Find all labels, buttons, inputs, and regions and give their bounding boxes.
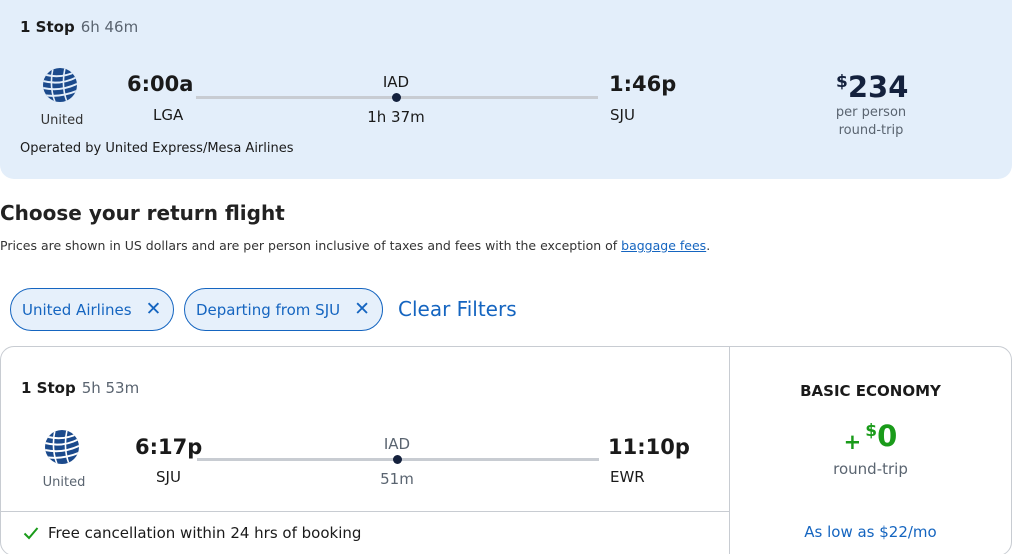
- outbound-layover-dot: [392, 93, 401, 102]
- return-layover-code: IAD: [383, 435, 411, 453]
- price-disclaimer: Prices are shown in US dollars and are p…: [0, 238, 710, 253]
- outbound-depart-code: LGA: [153, 106, 184, 124]
- return-layover-duration: 51m: [380, 470, 414, 488]
- return-stops-line: 1 Stop 5h 53m: [21, 379, 139, 397]
- outbound-depart-time: 6:00a: [127, 72, 194, 96]
- fare-currency: $: [865, 421, 878, 441]
- card-divider: [1, 511, 729, 512]
- baggage-fees-link[interactable]: baggage fees: [621, 238, 706, 253]
- filter-chip-departure[interactable]: Departing from SJU ✕: [184, 288, 384, 331]
- price-disclaimer-end: .: [706, 238, 711, 253]
- outbound-arrive-code: SJU: [610, 106, 635, 124]
- outbound-price: $234: [836, 70, 908, 104]
- return-arrive-time: 11:10p: [608, 435, 690, 459]
- return-duration: 5h 53m: [81, 379, 140, 397]
- page-title: Choose your return flight: [0, 201, 285, 225]
- united-logo-icon: [45, 430, 79, 464]
- outbound-price-subtext: per person round-trip: [821, 104, 921, 140]
- outbound-operated-by: Operated by United Express/Mesa Airlines: [20, 141, 294, 156]
- outbound-stops: 1 Stop: [20, 18, 75, 36]
- fare-amount: 0: [877, 419, 898, 453]
- outbound-layover-duration: 1h 37m: [367, 108, 425, 126]
- free-cancellation-text: Free cancellation within 24 hrs of booki…: [48, 524, 362, 542]
- filter-chip-departure-label: Departing from SJU: [196, 300, 341, 319]
- outbound-arrive-time: 1:46p: [609, 72, 677, 96]
- outbound-airline-name: United: [40, 113, 84, 128]
- close-icon[interactable]: ✕: [354, 300, 370, 319]
- free-cancellation-note: Free cancellation within 24 hrs of booki…: [23, 524, 361, 542]
- fare-plus-sign: +: [843, 429, 862, 454]
- outbound-price-per-person: per person: [835, 105, 907, 120]
- clear-filters-button[interactable]: Clear Filters: [398, 297, 517, 321]
- outbound-price-round-trip: round-trip: [838, 123, 904, 138]
- fare-round-trip-label: round-trip: [833, 460, 908, 478]
- return-layover-dot: [393, 455, 402, 464]
- outbound-stops-line: 1 Stop 6h 46m: [20, 18, 138, 36]
- checkmark-icon: [23, 527, 39, 540]
- filter-chip-airline[interactable]: United Airlines ✕: [10, 288, 175, 331]
- united-logo-icon: [41, 66, 81, 102]
- return-depart-code: SJU: [156, 468, 181, 486]
- outbound-layover-code: IAD: [382, 73, 410, 91]
- outbound-duration: 6h 46m: [80, 18, 139, 36]
- return-stops: 1 Stop: [21, 379, 76, 397]
- fare-class-name: BASIC ECONOMY: [800, 382, 941, 400]
- price-disclaimer-text: Prices are shown in US dollars and are p…: [0, 238, 622, 253]
- selected-outbound-flight: 1 Stop 6h 46m United 6:00a LGA IAD 1h 37m…: [0, 0, 1012, 179]
- return-arrive-code: EWR: [610, 468, 645, 486]
- fare-price-difference[interactable]: + $0: [729, 419, 1012, 454]
- filter-chip-airline-label: United Airlines: [22, 300, 132, 319]
- outbound-price-amount: 234: [847, 70, 909, 104]
- close-icon[interactable]: ✕: [146, 300, 162, 319]
- return-flight-card[interactable]: 1 Stop 5h 53m United 6:17p SJU IAD 51m 11…: [0, 346, 1012, 554]
- return-airline-name: United: [42, 475, 86, 490]
- outbound-price-currency: $: [836, 72, 848, 92]
- fare-monthly-financing-link[interactable]: As low as $22/mo: [729, 523, 1012, 541]
- return-depart-time: 6:17p: [135, 435, 203, 459]
